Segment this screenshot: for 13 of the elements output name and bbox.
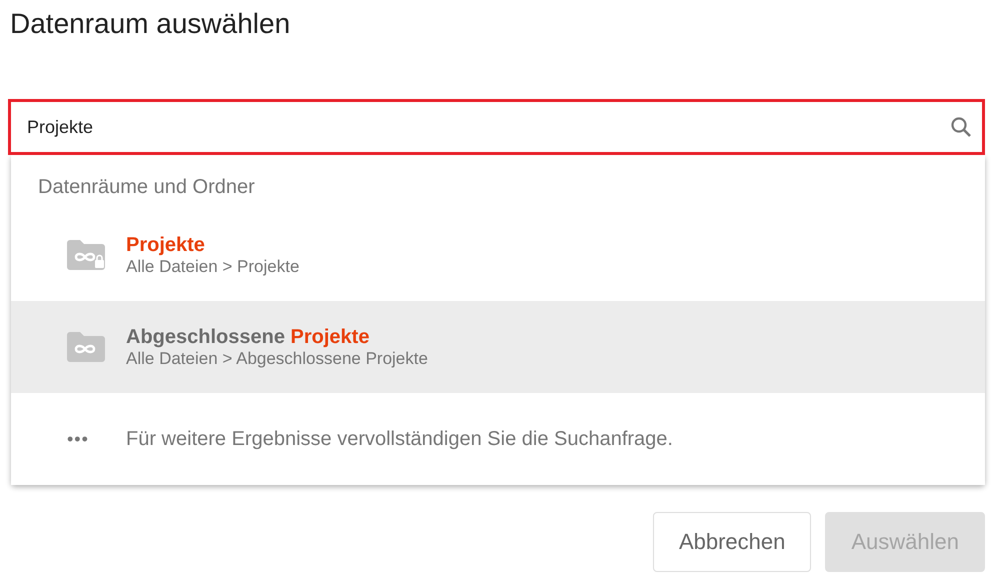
dialog-title: Datenraum auswählen bbox=[9, 7, 292, 41]
search-field[interactable]: Projekte bbox=[8, 99, 985, 155]
result-path: Alle Dateien > Abgeschlossene Projekte bbox=[126, 349, 428, 369]
more-icon: ••• bbox=[67, 428, 105, 450]
result-item[interactable]: Projekte Alle Dateien > Projekte bbox=[11, 209, 985, 301]
result-title: Abgeschlossene Projekte bbox=[126, 325, 370, 349]
search-icon[interactable] bbox=[949, 115, 973, 139]
hint-text: Für weitere Ergebnisse vervollständigen Sie die Suchanfrage. bbox=[126, 428, 673, 450]
section-heading: Datenräume und Ordner bbox=[37, 176, 256, 200]
cancel-button[interactable]: Abbrechen bbox=[652, 512, 812, 572]
result-path: Alle Dateien > Projekte bbox=[126, 257, 300, 277]
result-title: Projekte bbox=[126, 233, 206, 257]
result-item[interactable]: Abgeschlossene Projekte Alle Dateien > Abgeschlossene Projekte bbox=[11, 301, 985, 393]
